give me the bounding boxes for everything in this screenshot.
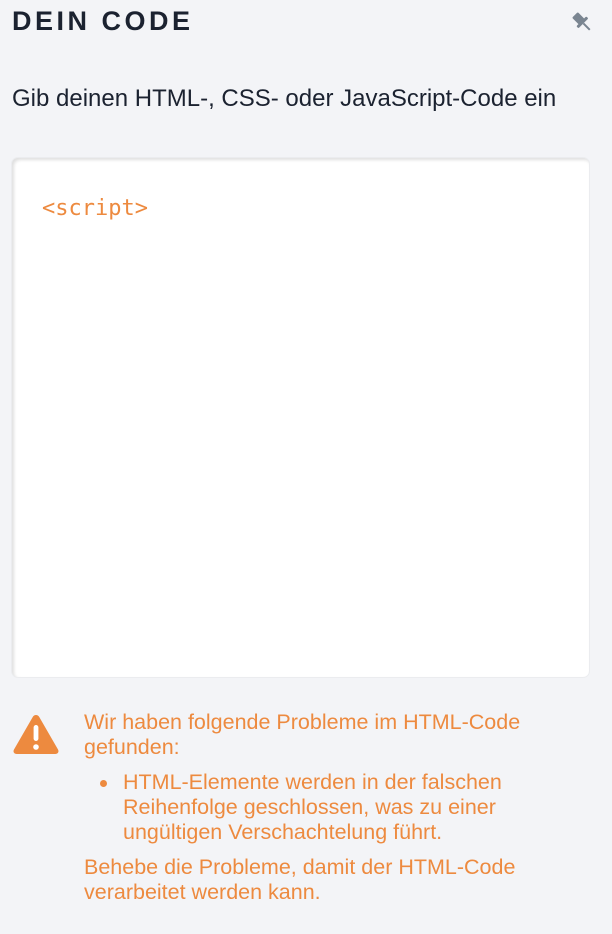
warning-text: Wir haben folgende Probleme im HTML-Code… <box>84 710 594 905</box>
warning-footer: Behebe die Probleme, damit der HTML-Code… <box>84 855 516 904</box>
editor-label: Gib deinen HTML-, CSS- oder JavaScript-C… <box>12 85 557 112</box>
warning-triangle-icon <box>12 712 60 756</box>
code-line[interactable]: <script> <box>42 195 589 223</box>
pin-icon[interactable] <box>568 8 596 36</box>
code-editor[interactable]: <script> <box>12 158 589 677</box>
issue-item: HTML-Elemente werden in der falschen Rei… <box>84 770 594 845</box>
warning-intro: Wir haben folgende Probleme im HTML-Code… <box>84 710 521 759</box>
code-panel: DEIN CODE Gib deinen HTML-, CSS- oder Ja… <box>0 0 612 934</box>
issue-list: HTML-Elemente werden in der falschen Rei… <box>84 770 594 845</box>
panel-title: DEIN CODE <box>12 6 194 36</box>
